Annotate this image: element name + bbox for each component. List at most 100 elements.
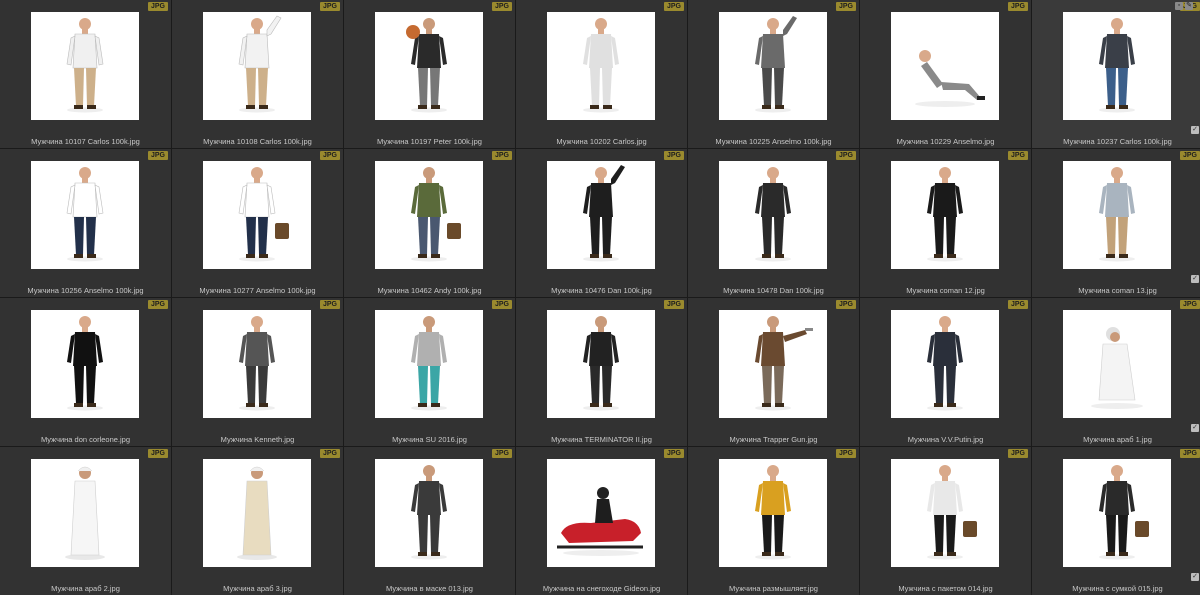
thumbnail-image[interactable] xyxy=(203,310,311,418)
thumbnail-filename: Мужчина 10237 Carlos 100k.jpg xyxy=(1063,137,1172,146)
figure-thumbnail xyxy=(1091,327,1143,409)
thumbnail-filename: Мужчина с пакетом 014.jpg xyxy=(898,584,993,593)
thumbnail-image[interactable] xyxy=(719,459,827,567)
thumbnail-image[interactable] xyxy=(719,12,827,120)
thumbnail-image[interactable] xyxy=(891,161,999,269)
thumbnail-image[interactable] xyxy=(547,459,655,567)
figure-thumbnail xyxy=(583,18,619,113)
thumbnail-image[interactable] xyxy=(891,12,999,120)
thumbnail-filename: Мужчина размышляет.jpg xyxy=(729,584,818,593)
thumbnail-cell[interactable]: JPG Мужчина 10476 Dan 100k.jpg xyxy=(516,149,687,297)
thumbnail-cell[interactable]: JPG Мужчина размышляет.jpg xyxy=(688,447,859,595)
thumbnail-image[interactable] xyxy=(203,161,311,269)
thumbnail-cell[interactable]: JPG Мужчина 10256 Anselmo 100k.jpg xyxy=(0,149,171,297)
thumbnail-image[interactable] xyxy=(891,459,999,567)
thumbnail-cell[interactable]: JPG Мужчина с сумкой 015.jpg ✓ xyxy=(1032,447,1200,595)
thumbnail-image[interactable] xyxy=(1063,459,1171,567)
thumbnail-cell[interactable]: JPG Мужчина 10478 Dan 100k.jpg xyxy=(688,149,859,297)
thumbnail-image[interactable] xyxy=(375,161,483,269)
thumbnail-filename: Мужчина 10478 Dan 100k.jpg xyxy=(723,286,824,295)
figure-thumbnail xyxy=(1099,465,1149,560)
thumbnail-image[interactable] xyxy=(1063,161,1171,269)
thumbnail-image[interactable] xyxy=(375,459,483,567)
thumbnail-cell[interactable]: JPG Мужчина 10225 Anselmo 100k.jpg xyxy=(688,0,859,148)
file-type-badge: JPG xyxy=(663,300,684,309)
figure-thumbnail xyxy=(411,316,447,411)
thumbnail-image[interactable] xyxy=(547,12,655,120)
thumbnail-cell[interactable]: JPG Мужчина don corleone.jpg xyxy=(0,298,171,446)
thumbnail-image[interactable] xyxy=(1063,12,1171,120)
figure-thumbnail xyxy=(755,465,791,560)
thumbnail-image[interactable] xyxy=(891,310,999,418)
thumbnail-cell[interactable]: JPG Мужчина 10108 Carlos 100k.jpg xyxy=(172,0,343,148)
thumbnail-cell[interactable]: JPG Мужчина араб 3.jpg xyxy=(172,447,343,595)
thumbnail-cell[interactable]: JPG Мужчина SU 2016.jpg xyxy=(344,298,515,446)
thumbnail-image[interactable] xyxy=(203,459,311,567)
thumbnail-image[interactable] xyxy=(31,161,139,269)
thumbnail-cell[interactable]: JPG Мужчина 10107 Carlos 100k.jpg xyxy=(0,0,171,148)
frame-icon[interactable]: ▫ xyxy=(1175,2,1183,10)
thumbnail-filename: Мужчина 10202 Carlos.jpg xyxy=(556,137,647,146)
thumbnail-filename: Мужчина coman 13.jpg xyxy=(1078,286,1157,295)
file-type-badge: JPG xyxy=(491,449,512,458)
thumbnail-filename: Мужчина в маске 013.jpg xyxy=(386,584,473,593)
select-checkbox[interactable]: ✓ xyxy=(1191,573,1199,581)
thumbnail-image[interactable] xyxy=(375,310,483,418)
thumbnail-image[interactable] xyxy=(31,459,139,567)
thumbnail-cell[interactable]: JPG Мужчина 10462 Andy 100k.jpg xyxy=(344,149,515,297)
thumbnail-filename: Мужчина 10225 Anselmo 100k.jpg xyxy=(715,137,832,146)
thumbnail-cell[interactable]: JPG Мужчина Trapper Gun.jpg xyxy=(688,298,859,446)
figure-thumbnail xyxy=(927,316,963,411)
select-checkbox[interactable]: ✓ xyxy=(1191,126,1199,134)
figure-thumbnail xyxy=(915,50,985,107)
thumbnail-cell[interactable]: JPG Мужчина 10229 Anselmo.jpg xyxy=(860,0,1031,148)
thumbnail-cell[interactable]: JPG Мужчина Kenneth.jpg xyxy=(172,298,343,446)
file-type-badge: JPG xyxy=(1179,300,1200,309)
edit-icon[interactable]: ✎ xyxy=(1185,2,1193,10)
thumbnail-image[interactable] xyxy=(31,12,139,120)
thumbnail-image[interactable] xyxy=(547,310,655,418)
select-checkbox[interactable]: ✓ xyxy=(1191,424,1199,432)
thumbnail-image[interactable] xyxy=(719,161,827,269)
select-checkbox[interactable]: ✓ xyxy=(1191,275,1199,283)
thumbnail-cell[interactable]: JPG Мужчина coman 13.jpg ✓ xyxy=(1032,149,1200,297)
file-type-badge: JPG xyxy=(147,2,168,11)
thumbnail-cell[interactable]: JPG Мужчина V.V.Putin.jpg xyxy=(860,298,1031,446)
thumbnail-cell[interactable]: JPG Мужчина на снегоходе Gideon.jpg xyxy=(516,447,687,595)
thumbnail-image[interactable] xyxy=(547,161,655,269)
thumbnail-image[interactable] xyxy=(203,12,311,120)
thumbnail-cell[interactable]: JPG Мужчина араб 2.jpg xyxy=(0,447,171,595)
thumbnail-cell[interactable]: JPG Мужчина coman 12.jpg xyxy=(860,149,1031,297)
thumbnail-filename: Мужчина 10476 Dan 100k.jpg xyxy=(551,286,652,295)
thumbnail-filename: Мужчина 10256 Anselmo 100k.jpg xyxy=(27,286,144,295)
figure-thumbnail xyxy=(927,465,977,560)
thumbnail-cell[interactable]: JPG Мужчина с пакетом 014.jpg xyxy=(860,447,1031,595)
figure-thumbnail xyxy=(755,16,797,113)
thumbnail-filename: Мужчина 10229 Anselmo.jpg xyxy=(896,137,995,146)
thumbnail-cell[interactable]: JPG Мужчина араб 1.jpg ✓ xyxy=(1032,298,1200,446)
thumbnail-cell[interactable]: JPG Мужчина 10277 Anselmo 100k.jpg xyxy=(172,149,343,297)
thumbnail-image[interactable] xyxy=(31,310,139,418)
figure-thumbnail xyxy=(557,487,643,556)
thumbnail-filename: Мужчина 10108 Carlos 100k.jpg xyxy=(203,137,312,146)
figure-thumbnail xyxy=(237,466,277,560)
file-type-badge: JPG xyxy=(491,2,512,11)
thumbnail-cell[interactable]: JPGМужчина 10237 Carlos 100k.jpg▫✎✓ xyxy=(1032,0,1200,148)
thumbnail-filename: Мужчина TERMINATOR II.jpg xyxy=(551,435,652,444)
thumbnail-cell[interactable]: JPG Мужчина 10197 Peter 100k.jpg xyxy=(344,0,515,148)
thumbnail-cell[interactable]: JPG Мужчина 10202 Carlos.jpg xyxy=(516,0,687,148)
file-type-badge: JPG xyxy=(1179,449,1200,458)
thumbnail-cell[interactable]: JPG Мужчина TERMINATOR II.jpg xyxy=(516,298,687,446)
thumbnail-filename: Мужчина 10277 Anselmo 100k.jpg xyxy=(199,286,316,295)
figure-thumbnail xyxy=(927,167,963,262)
thumbnail-tools: ▫ ✎ xyxy=(1175,2,1193,10)
figure-thumbnail xyxy=(66,18,104,113)
thumbnail-image[interactable] xyxy=(719,310,827,418)
file-type-badge: JPG xyxy=(1179,151,1200,160)
thumbnail-cell[interactable]: JPG Мужчина в маске 013.jpg xyxy=(344,447,515,595)
thumbnail-image[interactable] xyxy=(375,12,483,120)
thumbnail-image[interactable] xyxy=(1063,310,1171,418)
thumbnail-filename: Мужчина араб 3.jpg xyxy=(223,584,292,593)
file-type-badge: JPG xyxy=(835,449,856,458)
file-type-badge: JPG xyxy=(147,151,168,160)
